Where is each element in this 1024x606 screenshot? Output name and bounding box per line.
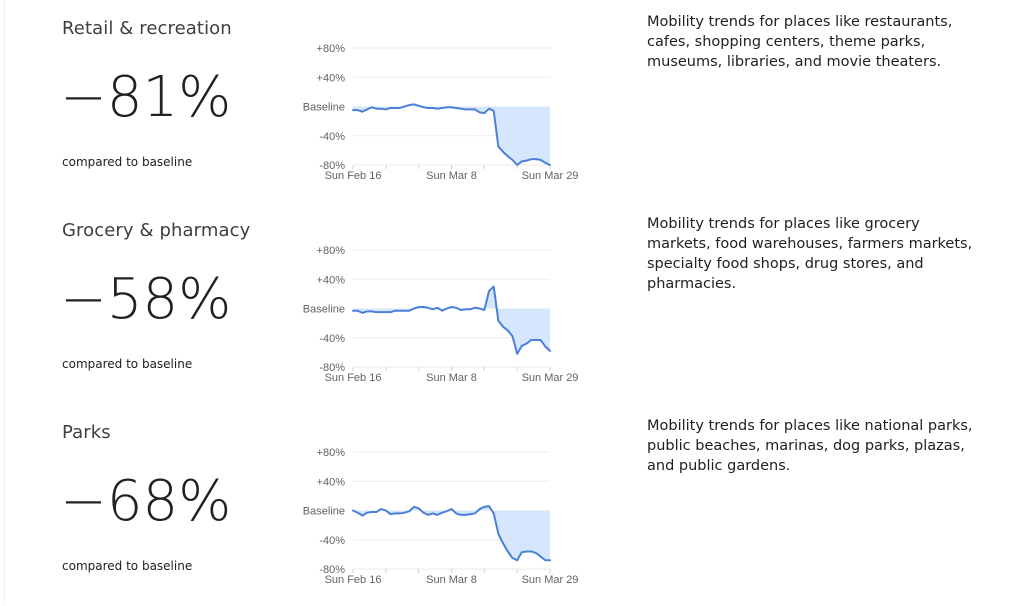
compared-to-baseline-label: compared to baseline bbox=[62, 357, 192, 371]
y-tick-label: +80% bbox=[317, 245, 346, 257]
trend-chart-svg: +80%+40%Baseline-40%-80%Sun Feb 16Sun Ma… bbox=[290, 238, 590, 398]
change-value: −81% bbox=[60, 70, 231, 126]
category-section-1: Grocery & pharmacy −58% compared to base… bbox=[0, 202, 1024, 404]
area-fill bbox=[353, 104, 550, 165]
x-tick-label: Sun Mar 29 bbox=[522, 574, 579, 586]
y-tick-label: +80% bbox=[317, 43, 346, 55]
category-title: Parks bbox=[62, 422, 111, 443]
y-tick-label: -40% bbox=[319, 131, 345, 143]
compared-to-baseline-label: compared to baseline bbox=[62, 559, 192, 573]
trend-chart: +80%+40%Baseline-40%-80%Sun Feb 16Sun Ma… bbox=[290, 238, 590, 398]
trend-chart-svg: +80%+40%Baseline-40%-80%Sun Feb 16Sun Ma… bbox=[290, 36, 590, 196]
category-description: Mobility trends for places like national… bbox=[647, 416, 987, 476]
category-description: Mobility trends for places like grocery … bbox=[647, 214, 987, 294]
area-fill bbox=[353, 287, 550, 354]
y-tick-label: Baseline bbox=[303, 102, 345, 114]
x-tick-label: Sun Mar 8 bbox=[426, 170, 477, 182]
trend-chart: +80%+40%Baseline-40%-80%Sun Feb 16Sun Ma… bbox=[290, 36, 590, 196]
area-fill bbox=[353, 506, 550, 560]
y-tick-label: +80% bbox=[317, 447, 346, 459]
x-tick-label: Sun Feb 16 bbox=[325, 372, 382, 384]
change-value: −68% bbox=[60, 474, 231, 530]
change-value: −58% bbox=[60, 272, 231, 328]
y-tick-label: +40% bbox=[317, 72, 346, 84]
y-tick-label: +40% bbox=[317, 476, 346, 488]
category-section-0: Retail & recreation −81% compared to bas… bbox=[0, 0, 1024, 202]
y-tick-label: Baseline bbox=[303, 506, 345, 518]
y-tick-label: +40% bbox=[317, 274, 346, 286]
trend-chart: +80%+40%Baseline-40%-80%Sun Feb 16Sun Ma… bbox=[290, 440, 590, 600]
y-tick-label: Baseline bbox=[303, 304, 345, 316]
y-tick-label: -40% bbox=[319, 535, 345, 547]
y-tick-label: -40% bbox=[319, 333, 345, 345]
x-tick-label: Sun Mar 8 bbox=[426, 574, 477, 586]
x-tick-label: Sun Feb 16 bbox=[325, 574, 382, 586]
x-tick-label: Sun Mar 8 bbox=[426, 372, 477, 384]
trend-chart-svg: +80%+40%Baseline-40%-80%Sun Feb 16Sun Ma… bbox=[290, 440, 590, 600]
category-description: Mobility trends for places like restaura… bbox=[647, 12, 987, 72]
category-title: Grocery & pharmacy bbox=[62, 220, 250, 241]
x-tick-label: Sun Feb 16 bbox=[325, 170, 382, 182]
x-tick-label: Sun Mar 29 bbox=[522, 170, 579, 182]
x-tick-label: Sun Mar 29 bbox=[522, 372, 579, 384]
compared-to-baseline-label: compared to baseline bbox=[62, 155, 192, 169]
category-section-2: Parks −68% compared to baseline +80% +40%… bbox=[0, 404, 1024, 606]
category-title: Retail & recreation bbox=[62, 18, 232, 39]
